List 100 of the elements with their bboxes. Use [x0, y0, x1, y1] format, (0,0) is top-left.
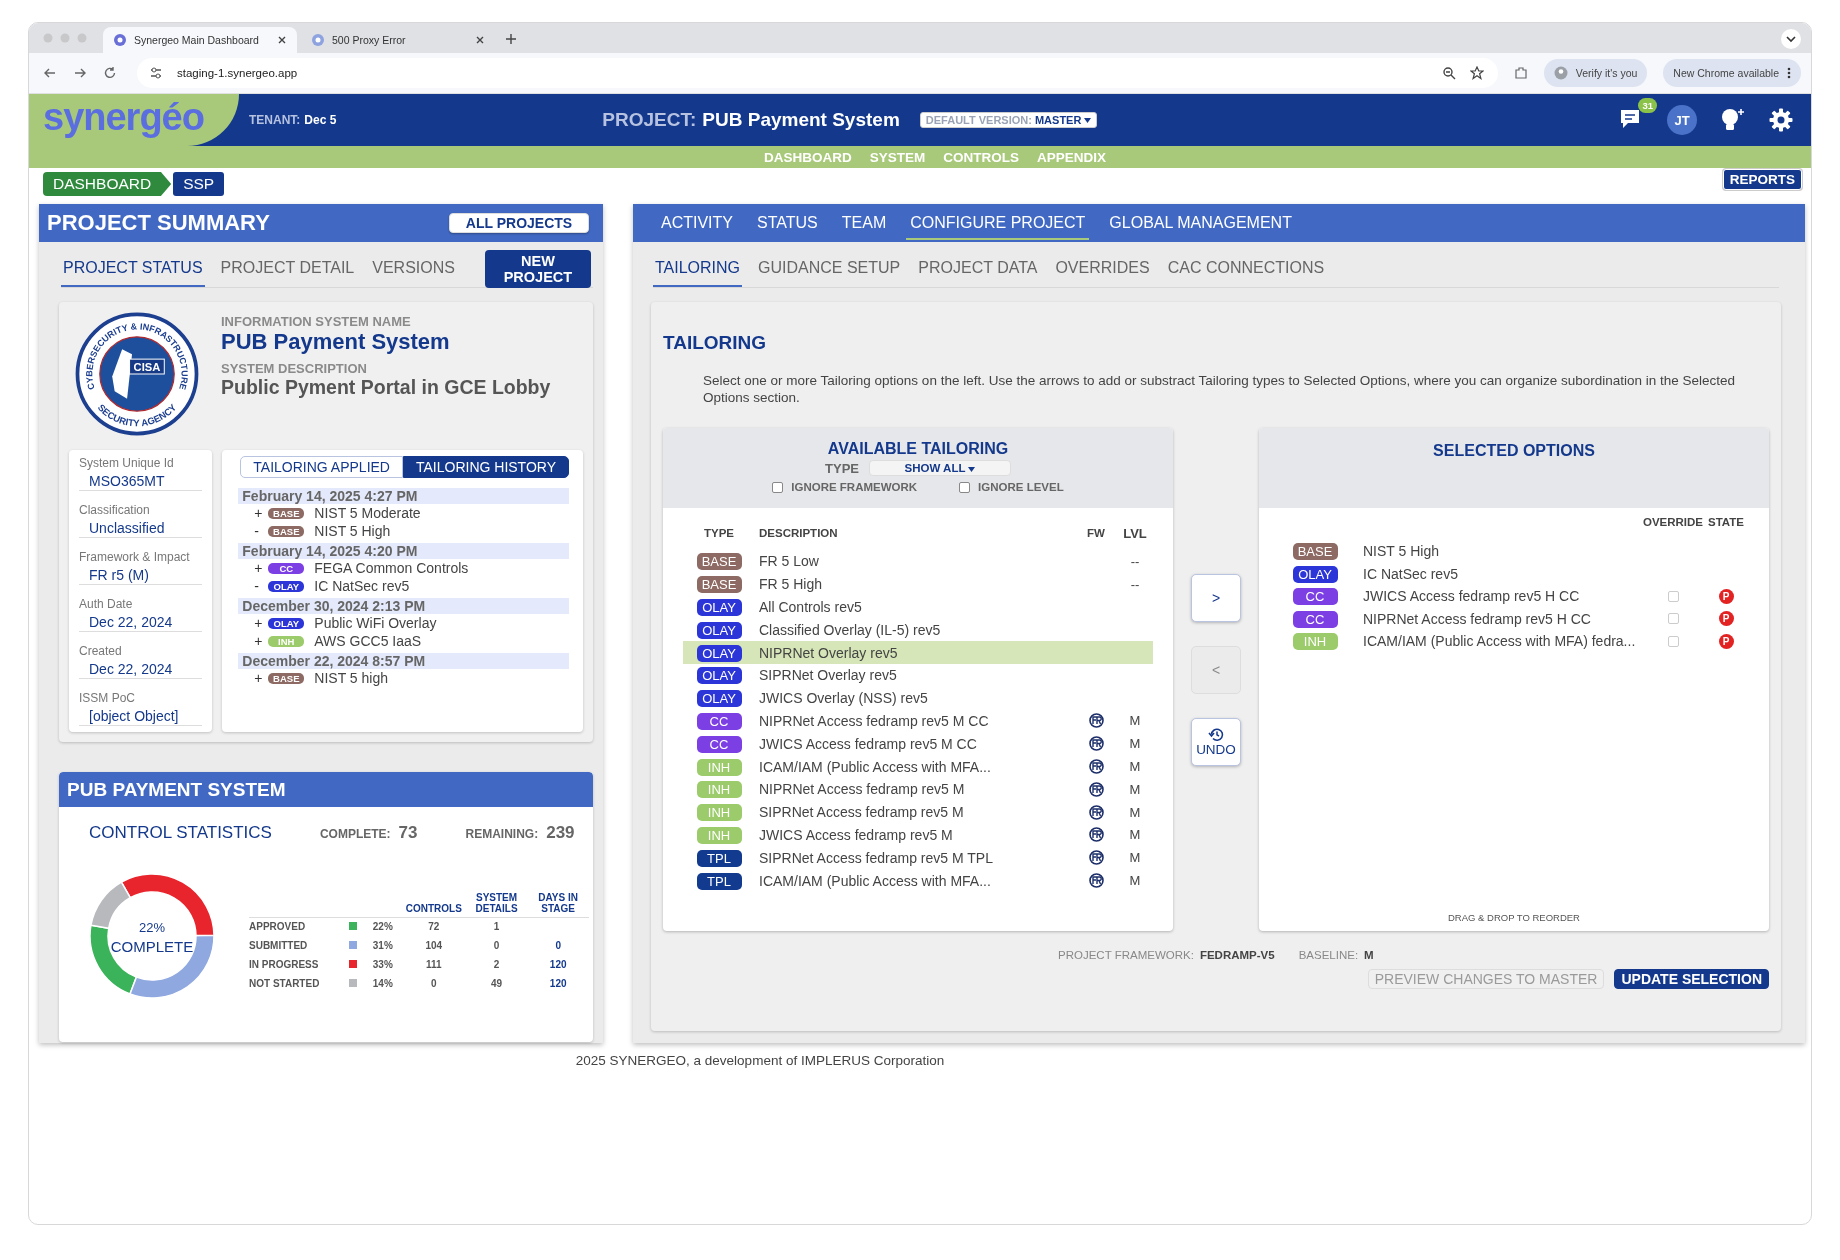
type-tag: OLAY: [268, 617, 305, 629]
tailoring-row[interactable]: BASE FR 5 High --: [683, 572, 1153, 596]
tailoring-row[interactable]: INH SIPRNet Access fedramp rev5 M M: [683, 800, 1153, 824]
all-projects-button[interactable]: ALL PROJECTS: [449, 213, 589, 233]
history-tab[interactable]: TAILORING APPLIED: [240, 456, 403, 478]
tailoring-row[interactable]: CC JWICS Access fedramp rev5 M CC M: [683, 732, 1153, 756]
remaining-value: 239: [546, 823, 575, 843]
breadcrumb-link[interactable]: DASHBOARD: [43, 172, 172, 196]
change-name: AWS GCC5 IaaS: [314, 633, 422, 649]
tailoring-row[interactable]: OLAY Classified Overlay (IL-5) rev5: [683, 618, 1153, 642]
state-tag: P: [1718, 588, 1734, 604]
tailoring-row[interactable]: TPL ICAM/IAM (Public Access with MFA... M: [683, 869, 1153, 892]
move-button[interactable]: >: [1191, 574, 1241, 622]
type-tag: OLAY: [696, 690, 742, 708]
config-tab[interactable]: TEAM: [837, 206, 891, 240]
type-tag: OLAY: [1292, 565, 1338, 583]
type-filter-dropdown[interactable]: SHOW ALL: [869, 460, 1011, 476]
framework-value: FEDRAMP-V5: [1199, 949, 1275, 961]
change-name: NIST 5 high: [314, 670, 388, 686]
config-subtab[interactable]: TAILORING: [653, 250, 743, 287]
browser-tab[interactable]: 500 Proxy Error: [301, 27, 495, 53]
selected-option-name[interactable]: JWICS Access fedramp rev5 H CC: [1351, 588, 1643, 605]
reorder-hint: DRAG & DROP TO REORDER: [1447, 912, 1581, 923]
breadcrumb-link[interactable]: SSP: [173, 172, 225, 196]
column-header: LVL: [1122, 525, 1148, 541]
column-header: STATE: [1707, 516, 1745, 528]
undo-button[interactable]: UNDO: [1191, 718, 1241, 766]
summary-tab[interactable]: PROJECT STATUS: [61, 250, 205, 287]
tailoring-row[interactable]: OLAY All Controls rev5: [683, 595, 1153, 619]
user-avatar[interactable]: JT: [1667, 105, 1697, 135]
detail-value: FR r5 (M): [88, 567, 150, 583]
change-name: NIST 5 High: [314, 523, 391, 539]
tailoring-description: NIPRNet Access fedramp rev5 M CC: [758, 712, 990, 729]
remaining-label: REMAINING:: [465, 827, 539, 841]
stats-title: PUB PAYMENT SYSTEM: [67, 778, 286, 801]
verify-chip[interactable]: Verify it's you: [1543, 59, 1648, 87]
new-project-button[interactable]: NEW PROJECT: [484, 249, 591, 288]
config-tab[interactable]: STATUS: [753, 206, 822, 240]
status-label: IN PROGRESS: [249, 959, 319, 970]
level-cell: M: [1129, 713, 1141, 729]
box-title: AVAILABLE TAILORING: [827, 440, 1009, 458]
table-cell: 111: [426, 959, 442, 970]
update-chip[interactable]: New Chrome available: [1663, 59, 1801, 87]
tailoring-description: ICAM/IAM (Public Access with MFA...: [758, 758, 992, 775]
type-tag: BASE: [268, 525, 305, 537]
type-tag: OLAY: [696, 644, 742, 662]
config-tab[interactable]: CONFIGURE PROJECT: [906, 206, 1090, 240]
tailoring-row[interactable]: INH JWICS Access fedramp rev5 M M: [683, 823, 1153, 847]
version-dropdown[interactable]: DEFAULT VERSION: MASTER: [919, 112, 1098, 128]
type-tag: BASE: [268, 672, 305, 684]
change-name: IC NatSec rev5: [314, 578, 410, 594]
config-subtab[interactable]: GUIDANCE SETUP: [756, 250, 903, 287]
percent-cell: 22%: [372, 921, 393, 933]
tailoring-description: SIPRNet Overlay rev5: [758, 667, 898, 684]
detail-value: Unclassified: [88, 520, 166, 536]
browser-tab[interactable]: Synergeo Main Dashboard: [103, 27, 297, 53]
summary-tab[interactable]: PROJECT DETAIL: [218, 250, 357, 287]
tailoring-row[interactable]: OLAY JWICS Overlay (NSS) rev5: [683, 686, 1153, 710]
config-tab[interactable]: ACTIVITY: [657, 206, 737, 240]
type-tag: TPL: [696, 872, 742, 890]
history-date: February 14, 2025 4:20 PM: [238, 543, 569, 559]
tailoring-row[interactable]: OLAY SIPRNet Overlay rev5: [683, 664, 1153, 687]
type-tag: OLAY: [696, 621, 742, 639]
selected-option-name[interactable]: ICAM/IAM (Public Access with MFA) fedra...: [1351, 633, 1643, 650]
tailoring-row[interactable]: INH NIPRNet Access fedramp rev5 M M: [683, 777, 1153, 801]
config-subtab[interactable]: OVERRIDES: [1053, 250, 1152, 287]
type-tag: BASE: [696, 576, 742, 594]
change-sign: -: [254, 523, 260, 539]
tailoring-row[interactable]: OLAY NIPRNet Overlay rev5: [683, 641, 1153, 664]
change-name: NIST 5 Moderate: [314, 505, 421, 521]
summary-tab[interactable]: VERSIONS: [370, 250, 457, 287]
address-bar[interactable]: staging-1.synergeo.app: [137, 58, 1498, 88]
action-button[interactable]: UPDATE SELECTION: [1614, 969, 1769, 989]
project-label: PROJECT:: [602, 109, 697, 131]
tailoring-description: FR 5 Low: [758, 553, 820, 570]
system-name: PUB Payment System: [221, 329, 451, 355]
selected-option-name[interactable]: NIST 5 High: [1351, 543, 1643, 560]
tailoring-row[interactable]: BASE FR 5 Low --: [683, 550, 1153, 573]
detail-label: Auth Date: [79, 597, 134, 611]
config-subtab[interactable]: PROJECT DATA: [916, 250, 1040, 287]
tenant-value: Dec 5: [304, 113, 337, 127]
history-tab[interactable]: TAILORING HISTORY: [402, 456, 569, 478]
selected-option-name[interactable]: NIPRNet Access fedramp rev5 H CC: [1351, 610, 1643, 627]
config-subtab[interactable]: CAC CONNECTIONS: [1165, 250, 1327, 287]
type-tag: OLAY: [696, 599, 742, 616]
tailoring-row[interactable]: CC NIPRNet Access fedramp rev5 M CC M: [683, 709, 1153, 733]
tailoring-row[interactable]: INH ICAM/IAM (Public Access with MFA... M: [683, 755, 1153, 778]
level-cell: M: [1129, 804, 1141, 820]
reports-button[interactable]: REPORTS: [1722, 168, 1802, 190]
column-header: FW: [1086, 527, 1106, 539]
table-cell: 2: [493, 959, 500, 970]
selected-option-name[interactable]: IC NatSec rev5: [1351, 565, 1643, 582]
level-cell: M: [1129, 827, 1141, 843]
baseline-label: BASELINE:: [1298, 949, 1359, 961]
history-date: December 30, 2024 2:13 PM: [238, 598, 569, 614]
config-tab[interactable]: GLOBAL MANAGEMENT: [1105, 206, 1296, 240]
table-cell: 72: [428, 921, 440, 933]
tailoring-row[interactable]: TPL SIPRNet Access fedramp rev5 M TPL M: [683, 846, 1153, 870]
days-cell: 0: [555, 940, 561, 951]
type-tag: INH: [268, 635, 305, 647]
